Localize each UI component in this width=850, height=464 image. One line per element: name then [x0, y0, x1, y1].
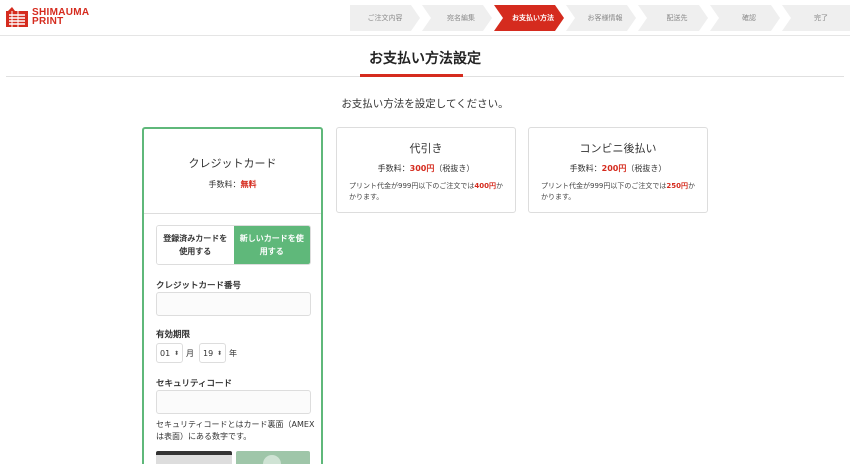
brand-name: SHIMAUMA PRINT: [32, 8, 89, 27]
page-title: お支払い方法設定: [369, 51, 481, 67]
use-saved-card-button[interactable]: 登録済みカードを使用する: [157, 226, 234, 264]
option-fee: 手数料：200円（税抜き）: [529, 163, 707, 174]
fee-label: 手数料：: [569, 164, 602, 173]
page-subtitle: お支払い方法を設定してください。: [341, 98, 509, 110]
card-front-image: [236, 451, 310, 464]
note-value: 250円: [666, 182, 688, 190]
expiry-selector: 01 ⬍ 月 19 ⬍ 年: [156, 343, 242, 363]
fee-suffix: （税抜き）: [626, 164, 667, 173]
step-label: 配送先: [666, 14, 688, 22]
option-note: プリント代金が999円以下のご注文では400円かかります。: [337, 181, 515, 203]
security-code-input[interactable]: [156, 390, 311, 414]
step-customer-info: お客様情報: [566, 5, 636, 31]
fee-value: 300円: [409, 164, 435, 173]
checkout-steps: ご注文内容 宛名編集 お支払い方法 お客様情報 配送先 確認 完了: [350, 5, 850, 31]
step-label: 確認: [742, 14, 756, 22]
note-text: プリント代金が999円以下のご注文では: [349, 182, 475, 190]
payment-option-cash-on-delivery[interactable]: 代引き 手数料：300円（税抜き） プリント代金が999円以下のご注文では400…: [336, 127, 516, 213]
fee-label: 手数料：: [377, 164, 410, 173]
option-note: プリント代金が999円以下のご注文では250円かかります。: [529, 181, 707, 203]
brand-logo[interactable]: SHIMAUMA PRINT: [6, 7, 89, 27]
select-arrows-icon: ⬍: [173, 349, 179, 357]
step-payment-method: お支払い方法: [494, 5, 564, 31]
step-complete: 完了: [782, 5, 850, 31]
expiry-year-select[interactable]: 19 ⬍: [199, 343, 226, 363]
card-logo-circle: [263, 455, 281, 464]
fee-suffix: （税抜き）: [434, 164, 475, 173]
step-label: 完了: [814, 14, 828, 22]
payment-option-credit-card[interactable]: クレジットカード 手数料：無料 登録済みカードを使用する 新しいカードを使用する…: [142, 127, 323, 464]
option-fee: 手数料：300円（税抜き）: [337, 163, 515, 174]
expiry-month-value: 01: [160, 348, 171, 358]
brand-line2: PRINT: [32, 16, 64, 27]
use-new-card-button[interactable]: 新しいカードを使用する: [233, 226, 310, 264]
option-title: コンビニ後払い: [579, 142, 657, 155]
fee-label: 手数料：: [208, 180, 241, 189]
zebra-logo-icon: [6, 7, 28, 27]
fee-value: 200円: [601, 164, 627, 173]
step-label: お客様情報: [587, 14, 623, 22]
security-code-label: セキュリティコード: [156, 379, 232, 389]
security-code-help: セキュリティコードとはカード裏面（AMEXは表面）にある数字です。: [156, 420, 315, 441]
payment-option-convenience-store[interactable]: コンビニ後払い 手数料：200円（税抜き） プリント代金が999円以下のご注文で…: [528, 127, 708, 213]
expiry-label: 有効期限: [156, 330, 191, 340]
card-number-label: クレジットカード番号: [156, 281, 242, 291]
step-label: ご注文内容: [367, 14, 403, 22]
select-arrows-icon: ⬍: [216, 349, 222, 357]
step-order-details: ご注文内容: [350, 5, 420, 31]
header: SHIMAUMA PRINT ご注文内容 宛名編集 お支払い方法 お客様情報 配…: [0, 0, 850, 36]
note-text: プリント代金が999円以下のご注文では: [541, 182, 667, 190]
divider: [144, 213, 321, 214]
step-label: 宛名編集: [447, 14, 475, 22]
expiry-year-unit: 年: [229, 348, 237, 358]
card-source-toggle: 登録済みカードを使用する 新しいカードを使用する: [156, 225, 311, 265]
step-shipping: 配送先: [638, 5, 708, 31]
option-fee: 手数料：無料: [144, 179, 321, 190]
option-title: 代引き: [409, 142, 443, 155]
card-number-input[interactable]: [156, 292, 311, 316]
step-address-edit: 宛名編集: [422, 5, 492, 31]
step-label: お支払い方法: [512, 14, 554, 22]
card-back-image: [156, 451, 232, 464]
fee-value: 無料: [240, 180, 257, 189]
expiry-month-unit: 月: [186, 348, 194, 358]
option-title: クレジットカード: [188, 157, 277, 170]
note-value: 400円: [474, 182, 496, 190]
title-underline: [360, 74, 463, 77]
expiry-year-value: 19: [203, 348, 214, 358]
step-confirm: 確認: [710, 5, 780, 31]
expiry-month-select[interactable]: 01 ⬍: [156, 343, 183, 363]
